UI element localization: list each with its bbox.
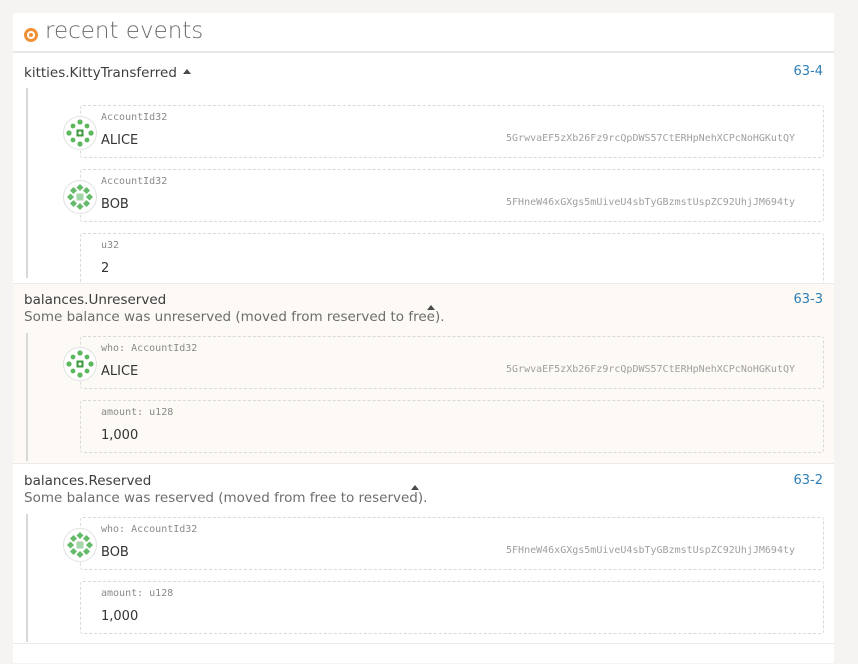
param-account: AccountId32 ALICE 5GrwvaEF5zXb26Fz9rcQpD… bbox=[80, 105, 824, 158]
param-type-label: u32 bbox=[101, 240, 120, 251]
param-type-label: AccountId32 bbox=[101, 112, 168, 123]
param-type-label: who: AccountId32 bbox=[101, 343, 198, 354]
event-row: balances.Reserved Some balance was reser… bbox=[13, 463, 834, 644]
params-divider bbox=[26, 333, 28, 461]
param-value: ALICE bbox=[101, 133, 139, 148]
param-account: who: AccountId32 BOB 5FHneW46xGXgs5mUive… bbox=[80, 517, 824, 570]
event-title: kitties.KittyTransferred bbox=[24, 65, 177, 81]
section-dot-icon bbox=[24, 28, 38, 42]
event-id-link[interactable]: 63-2 bbox=[793, 473, 823, 488]
event-description: Some balance was unreserved (moved from … bbox=[24, 309, 445, 325]
params-divider bbox=[26, 514, 28, 642]
event-title: balances.Unreserved bbox=[24, 292, 167, 308]
recent-events-panel: recent events kitties.KittyTransferred 6… bbox=[13, 13, 834, 663]
params-divider bbox=[26, 88, 28, 278]
panel-header: recent events bbox=[13, 13, 834, 52]
alice-identicon-icon[interactable] bbox=[63, 116, 97, 150]
param-value: BOB bbox=[101, 197, 129, 212]
collapse-caret-icon[interactable] bbox=[427, 305, 435, 310]
param-account: AccountId32 BOB 5FHneW46xGXgs5mUiveU4sbT… bbox=[80, 169, 824, 222]
param-account: who: AccountId32 ALICE 5GrwvaEF5zXb26Fz9… bbox=[80, 336, 824, 389]
param-value: BOB bbox=[101, 545, 129, 560]
param-type-label: who: AccountId32 bbox=[101, 524, 198, 535]
param-type-label: amount: u128 bbox=[101, 588, 174, 599]
param-amount: amount: u128 1,000 bbox=[80, 581, 824, 634]
param-value: ALICE bbox=[101, 364, 139, 379]
event-title: balances.Reserved bbox=[24, 473, 152, 489]
param-type-label: AccountId32 bbox=[101, 176, 168, 187]
account-address[interactable]: 5GrwvaEF5zXb26Fz9rcQpDWS57CtERHpNehXCPcN… bbox=[506, 133, 795, 144]
param-number: u32 2 bbox=[80, 233, 824, 286]
collapse-caret-icon[interactable] bbox=[411, 485, 419, 490]
panel-title: recent events bbox=[45, 18, 204, 44]
bob-identicon-icon[interactable] bbox=[63, 528, 97, 562]
event-description: Some balance was reserved (moved from fr… bbox=[24, 490, 428, 506]
param-amount: amount: u128 1,000 bbox=[80, 400, 824, 453]
account-address[interactable]: 5FHneW46xGXgs5mUiveU4sbTyGBzmstUspZC92Uh… bbox=[506, 197, 795, 208]
param-value: 1,000 bbox=[101, 609, 139, 624]
param-type-label: amount: u128 bbox=[101, 407, 174, 418]
event-id-link[interactable]: 63-4 bbox=[793, 64, 823, 79]
collapse-caret-icon[interactable] bbox=[183, 69, 191, 74]
event-row: kitties.KittyTransferred 63-4 AccountId3… bbox=[13, 52, 834, 286]
account-address[interactable]: 5GrwvaEF5zXb26Fz9rcQpDWS57CtERHpNehXCPcN… bbox=[506, 364, 795, 375]
bob-identicon-icon[interactable] bbox=[63, 180, 97, 214]
event-id-link[interactable]: 63-3 bbox=[793, 292, 823, 307]
event-row: balances.Unreserved Some balance was unr… bbox=[13, 283, 834, 464]
param-value: 2 bbox=[101, 261, 110, 276]
alice-identicon-icon[interactable] bbox=[63, 347, 97, 381]
account-address[interactable]: 5FHneW46xGXgs5mUiveU4sbTyGBzmstUspZC92Uh… bbox=[506, 545, 795, 556]
param-value: 1,000 bbox=[101, 428, 139, 443]
